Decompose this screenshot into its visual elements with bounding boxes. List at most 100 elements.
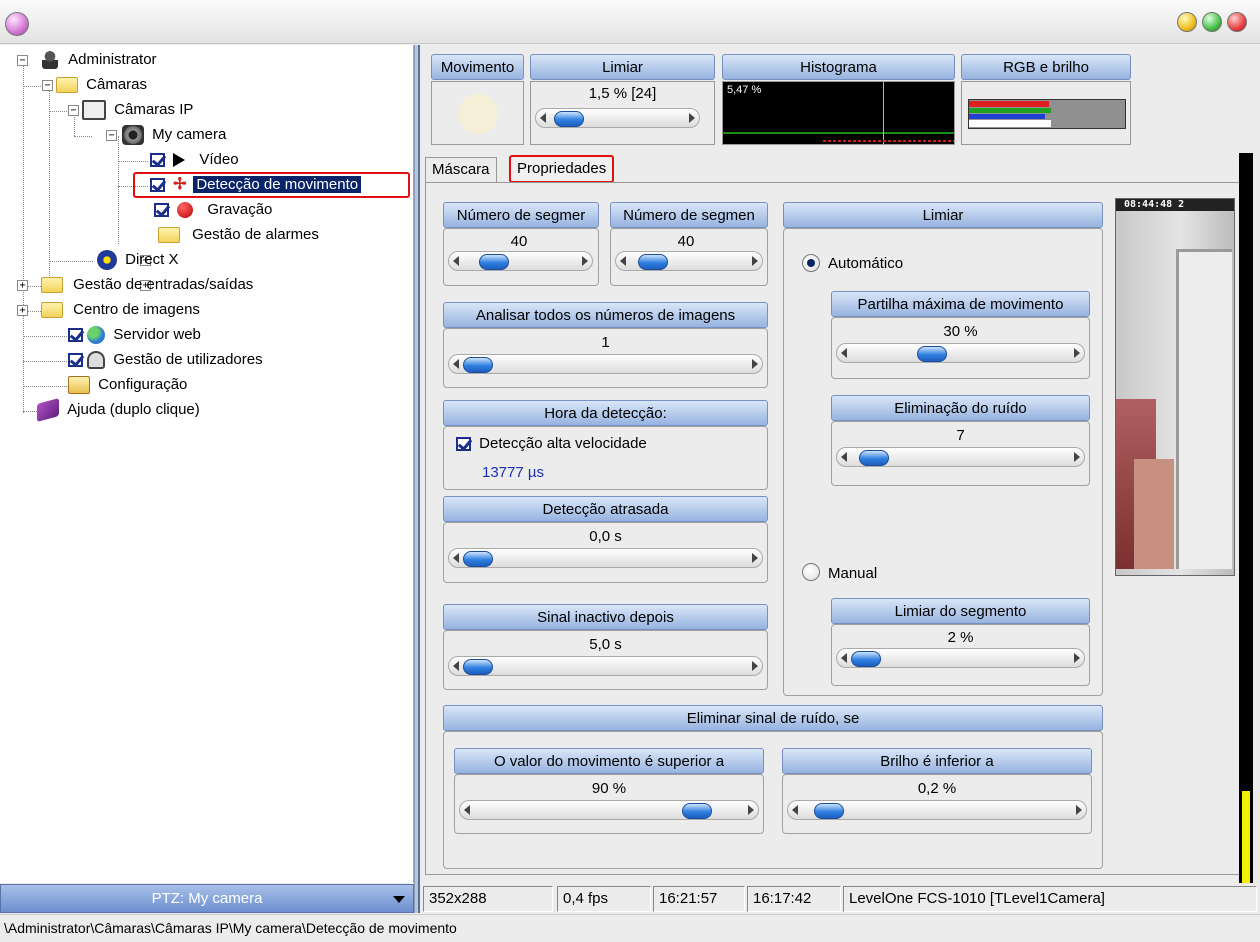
noise-elimination-slider[interactable]	[836, 447, 1085, 467]
movement-header: Movimento	[431, 54, 524, 80]
threshold-group-box: Automático Partilha máxima de movimento …	[783, 228, 1103, 696]
slider-right-arrow-icon[interactable]	[748, 805, 754, 815]
brightness-inferior-header: Brilho é inferior a	[782, 748, 1092, 774]
slider-right-arrow-icon[interactable]	[752, 553, 758, 563]
delayed-detection-header: Detecção atrasada	[443, 496, 768, 522]
folder-icon	[158, 227, 180, 244]
tree-item-image-center[interactable]: Centro de imagens	[41, 299, 200, 321]
delayed-detection-slider[interactable]	[448, 548, 763, 568]
tree-item-my-camera[interactable]: My camera	[122, 124, 226, 146]
segment-threshold-slider[interactable]	[836, 648, 1085, 668]
expand-io-management-icon[interactable]: +	[17, 280, 28, 291]
slider-left-arrow-icon[interactable]	[453, 256, 459, 266]
user-management-enabled-checkbox[interactable]	[68, 353, 83, 368]
slider-left-arrow-icon[interactable]	[620, 256, 626, 266]
slider-right-arrow-icon[interactable]	[1074, 452, 1080, 462]
collapse-ip-cameras-icon[interactable]: −	[68, 105, 79, 116]
slider-thumb[interactable]	[682, 803, 712, 819]
slider-right-arrow-icon[interactable]	[752, 661, 758, 671]
slider-left-arrow-icon[interactable]	[453, 553, 459, 563]
motion-superior-slider[interactable]	[459, 800, 759, 820]
maximize-button[interactable]	[1202, 12, 1222, 32]
slider-left-arrow-icon[interactable]	[841, 653, 847, 663]
segments-horizontal-slider[interactable]	[448, 251, 593, 271]
high-speed-detection-checkbox[interactable]	[456, 437, 471, 452]
tree-item-cameras[interactable]: Câmaras	[56, 74, 147, 96]
slider-right-arrow-icon[interactable]	[1076, 805, 1082, 815]
slider-right-arrow-icon[interactable]	[1074, 348, 1080, 358]
slider-left-arrow-icon[interactable]	[464, 805, 470, 815]
tree-item-direct-x[interactable]: Direct X	[97, 249, 179, 271]
selection-highlight-box	[133, 172, 410, 198]
segments-vertical-slider[interactable]	[615, 251, 763, 271]
tree-item-help[interactable]: Ajuda (duplo clique)	[37, 398, 200, 422]
slider-right-arrow-icon[interactable]	[1074, 653, 1080, 663]
slider-thumb[interactable]	[463, 659, 493, 675]
tree-item-configuration[interactable]: Configuração	[68, 374, 187, 396]
status-bar: 352x288 0,4 fps 16:21:57 16:17:42 LevelO…	[421, 884, 1259, 913]
slider-right-arrow-icon[interactable]	[752, 359, 758, 369]
web-server-enabled-checkbox[interactable]	[68, 328, 83, 343]
tab-properties[interactable]: Propriedades	[509, 155, 615, 183]
collapse-my-camera-icon[interactable]: −	[106, 130, 117, 141]
tree-item-administrator[interactable]: Administrator	[42, 49, 157, 71]
slider-thumb[interactable]	[463, 357, 493, 373]
slider-thumb[interactable]	[814, 803, 844, 819]
level-meter	[1239, 153, 1253, 883]
status-fps: 0,4 fps	[557, 886, 651, 912]
expand-image-center-icon[interactable]: +	[17, 305, 28, 316]
slider-left-arrow-icon[interactable]	[453, 661, 459, 671]
camera-preview[interactable]: 08:44:48 2	[1115, 198, 1235, 576]
tree-item-web-server[interactable]: Servidor web	[68, 324, 201, 346]
configuration-icon	[68, 376, 90, 395]
pane-splitter[interactable]	[414, 45, 420, 913]
analyze-slider[interactable]	[448, 354, 763, 374]
threshold-slider[interactable]	[535, 108, 700, 128]
slider-thumb[interactable]	[638, 254, 668, 270]
inactive-signal-slider[interactable]	[448, 656, 763, 676]
tree-item-recording[interactable]: Gravação	[154, 199, 272, 221]
brightness-inferior-slider[interactable]	[787, 800, 1087, 820]
detection-time-box: Detecção alta velocidade 13777 µs	[443, 426, 768, 490]
threshold-panel: 1,5 % [24]	[530, 81, 715, 145]
collapse-administrator-icon[interactable]: −	[17, 55, 28, 66]
slider-thumb[interactable]	[479, 254, 509, 270]
movement-light-icon	[458, 94, 498, 134]
collapse-cameras-icon[interactable]: −	[42, 80, 53, 91]
slider-left-arrow-icon[interactable]	[453, 359, 459, 369]
slider-thumb[interactable]	[859, 450, 889, 466]
tree-item-video[interactable]: Vídeo	[150, 149, 239, 171]
slider-thumb[interactable]	[554, 111, 584, 127]
ptz-camera-dropdown[interactable]: PTZ: My camera	[0, 884, 414, 913]
tree-item-io-management[interactable]: Gestão de entradas/saídas	[41, 274, 253, 296]
tree-item-user-management[interactable]: Gestão de utilizadores	[68, 349, 263, 371]
inactive-signal-value: 5,0 s	[589, 636, 622, 653]
high-speed-detection-option[interactable]: Detecção alta velocidade	[456, 435, 647, 452]
max-share-slider[interactable]	[836, 343, 1085, 363]
slider-right-arrow-icon[interactable]	[582, 256, 588, 266]
tree-item-ip-cameras[interactable]: Câmaras IP	[82, 99, 193, 121]
slider-thumb[interactable]	[917, 346, 947, 362]
threshold-header: Limiar	[530, 54, 715, 80]
slider-left-arrow-icon[interactable]	[540, 113, 546, 123]
app-menu-icon[interactable]	[5, 12, 29, 36]
folder-icon	[41, 302, 63, 319]
slider-thumb[interactable]	[851, 651, 881, 667]
recording-enabled-checkbox[interactable]	[154, 203, 169, 218]
tab-mask[interactable]: Máscara	[425, 157, 497, 183]
slider-left-arrow-icon[interactable]	[841, 348, 847, 358]
manual-radio[interactable]	[802, 563, 820, 581]
slider-left-arrow-icon[interactable]	[841, 452, 847, 462]
close-button[interactable]	[1227, 12, 1247, 32]
slider-thumb[interactable]	[463, 551, 493, 567]
slider-right-arrow-icon[interactable]	[689, 113, 695, 123]
automatic-radio[interactable]	[802, 254, 820, 272]
slider-right-arrow-icon[interactable]	[752, 256, 758, 266]
analyze-header: Analisar todos os números de imagens	[443, 302, 768, 328]
video-enabled-checkbox[interactable]	[150, 153, 165, 168]
minimize-button[interactable]	[1177, 12, 1197, 32]
right-content: Movimento Limiar 1,5 % [24] Histograma 5…	[421, 45, 1260, 883]
tree-item-alarm-management[interactable]: Gestão de alarmes	[158, 224, 319, 246]
slider-left-arrow-icon[interactable]	[792, 805, 798, 815]
green-bar	[969, 108, 1051, 113]
